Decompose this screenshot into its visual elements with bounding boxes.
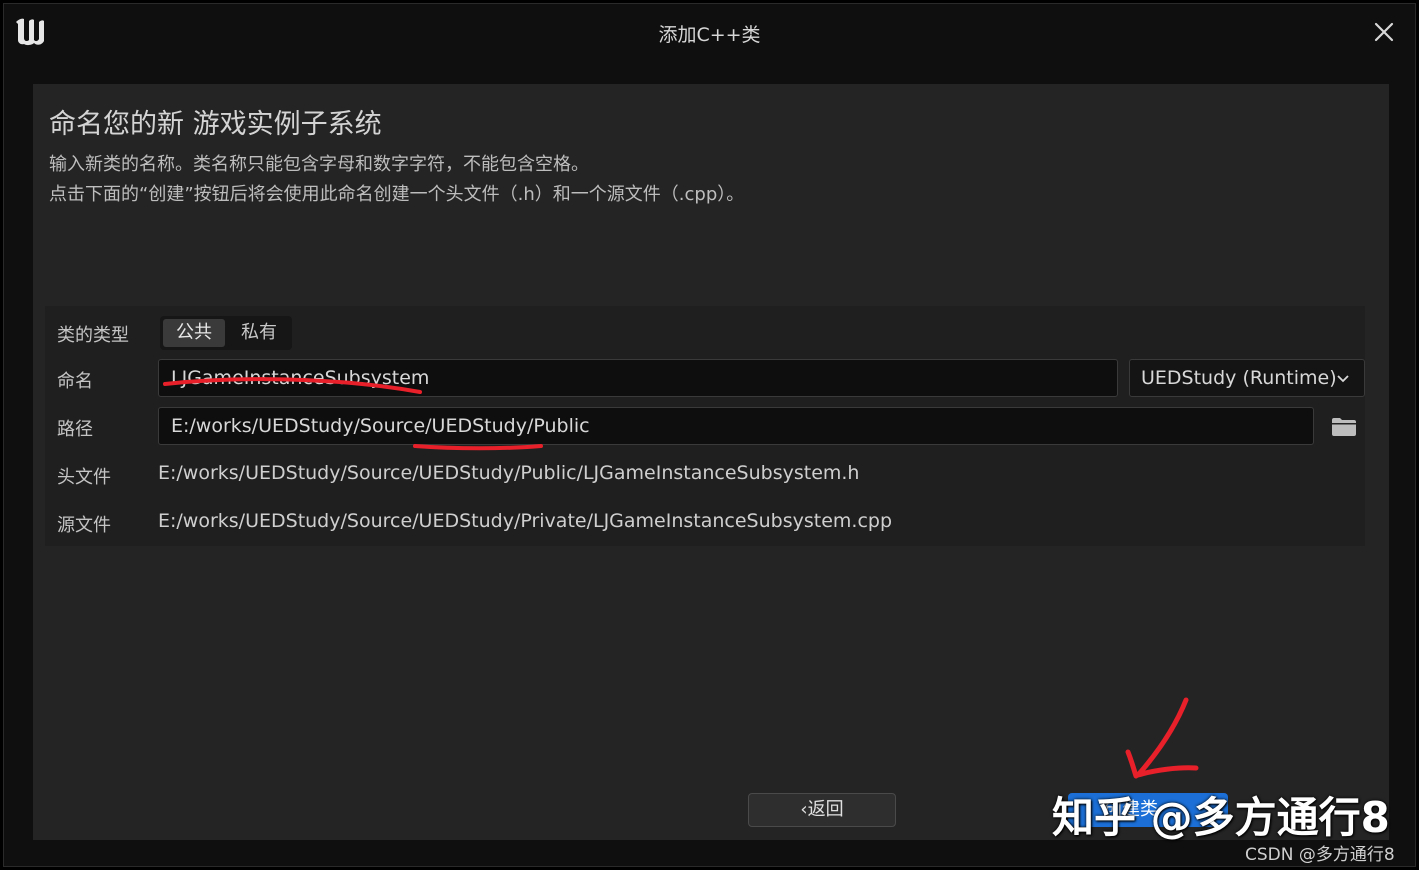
dialog-title: 添加C++类	[658, 24, 761, 46]
class-type-label: 类的类型	[57, 325, 129, 346]
title-bar[interactable]: 添加C++类	[4, 4, 1415, 60]
back-button[interactable]: ‹返回	[748, 793, 896, 827]
description-line-2: 点击下面的“创建”按钮后将会使用此命名创建一个头文件（.h）和一个源文件（.cp…	[49, 184, 745, 205]
description-line-1: 输入新类的名称。类名称只能包含字母和数字字符，不能包含空格。	[49, 154, 589, 175]
path-label: 路径	[57, 419, 93, 440]
zhihu-watermark: 知乎 @多方通行8	[1052, 793, 1390, 842]
source-file-label: 源文件	[57, 515, 111, 536]
path-input[interactable]: E:/works/UEDStudy/Source/UEDStudy/Public	[158, 407, 1314, 445]
chevron-down-icon	[1337, 375, 1349, 383]
content-panel: 命名您的新 游戏实例子系统 输入新类的名称。类名称只能包含字母和数字字符，不能包…	[33, 84, 1389, 840]
source-file-path: E:/works/UEDStudy/Source/UEDStudy/Privat…	[158, 510, 893, 532]
class-name-input[interactable]: LJGameInstanceSubsystem	[158, 359, 1118, 397]
class-type-public-button[interactable]: 公共	[163, 319, 225, 347]
header-file-label: 头文件	[57, 467, 111, 488]
class-form: 类的类型 公共 私有 命名 LJGameInstanceSubsystem UE…	[45, 306, 1365, 546]
csdn-watermark: CSDN @多方通行8	[1245, 845, 1395, 865]
back-button-label: 返回	[807, 799, 844, 820]
add-cpp-class-dialog: 添加C++类 命名您的新 游戏实例子系统 输入新类的名称。类名称只能包含字母和数…	[3, 3, 1416, 867]
close-icon[interactable]	[1373, 21, 1395, 43]
folder-icon[interactable]	[1331, 417, 1357, 437]
back-chevron-icon: ‹	[800, 799, 808, 820]
name-label: 命名	[57, 371, 93, 392]
module-dropdown[interactable]: UEDStudy (Runtime)	[1129, 359, 1365, 397]
module-dropdown-value: UEDStudy (Runtime)	[1141, 367, 1337, 389]
page-heading: 命名您的新 游戏实例子系统	[49, 109, 382, 140]
class-type-toggle: 公共 私有	[160, 316, 292, 350]
header-file-path: E:/works/UEDStudy/Source/UEDStudy/Public…	[158, 462, 860, 484]
class-type-private-button[interactable]: 私有	[230, 319, 288, 347]
